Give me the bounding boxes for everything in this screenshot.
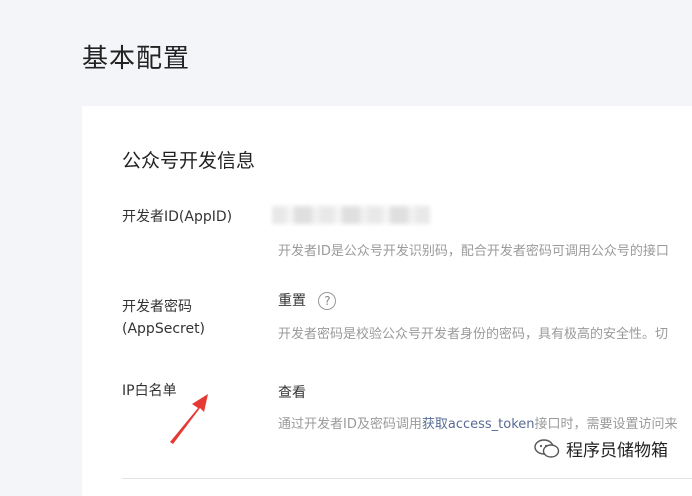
wechat-icon xyxy=(534,438,560,458)
ip-desc-prefix: 通过开发者ID及密码调用 xyxy=(278,417,422,432)
appsecret-label: 开发者密码 (AppSecret) xyxy=(122,296,205,340)
ip-desc-suffix: 接口时，需要设置访问来 xyxy=(534,417,678,432)
watermark: 程序员储物箱 xyxy=(534,436,668,461)
appsecret-label-line2: (AppSecret) xyxy=(122,321,206,337)
appid-value-redacted xyxy=(272,206,430,224)
appid-description: 开发者ID是公众号开发识别码，配合开发者密码可调用公众号的接口 xyxy=(278,244,669,259)
appsecret-description: 开发者密码是校验公众号开发者身份的密码，具有极高的安全性。切 xyxy=(278,327,669,342)
annotation-arrow-icon xyxy=(170,394,208,444)
page-title: 基本配置 xyxy=(82,44,191,74)
appid-label: 开发者ID(AppID) xyxy=(122,209,233,225)
access-token-link[interactable]: 获取access_token xyxy=(422,417,535,432)
view-button[interactable]: 查看 xyxy=(278,385,306,401)
appsecret-actions: 重置 ? xyxy=(278,290,337,310)
help-icon[interactable]: ? xyxy=(318,292,337,310)
watermark-text: 程序员储物箱 xyxy=(566,441,668,461)
section-title: 公众号开发信息 xyxy=(122,150,256,172)
ip-whitelist-description: 通过开发者ID及密码调用获取access_token接口时，需要设置访问来 xyxy=(278,413,692,432)
ip-whitelist-actions: 查看 xyxy=(278,382,306,402)
divider xyxy=(122,478,692,479)
appsecret-label-line1: 开发者密码 xyxy=(122,299,192,315)
reset-button[interactable]: 重置 xyxy=(278,293,306,309)
